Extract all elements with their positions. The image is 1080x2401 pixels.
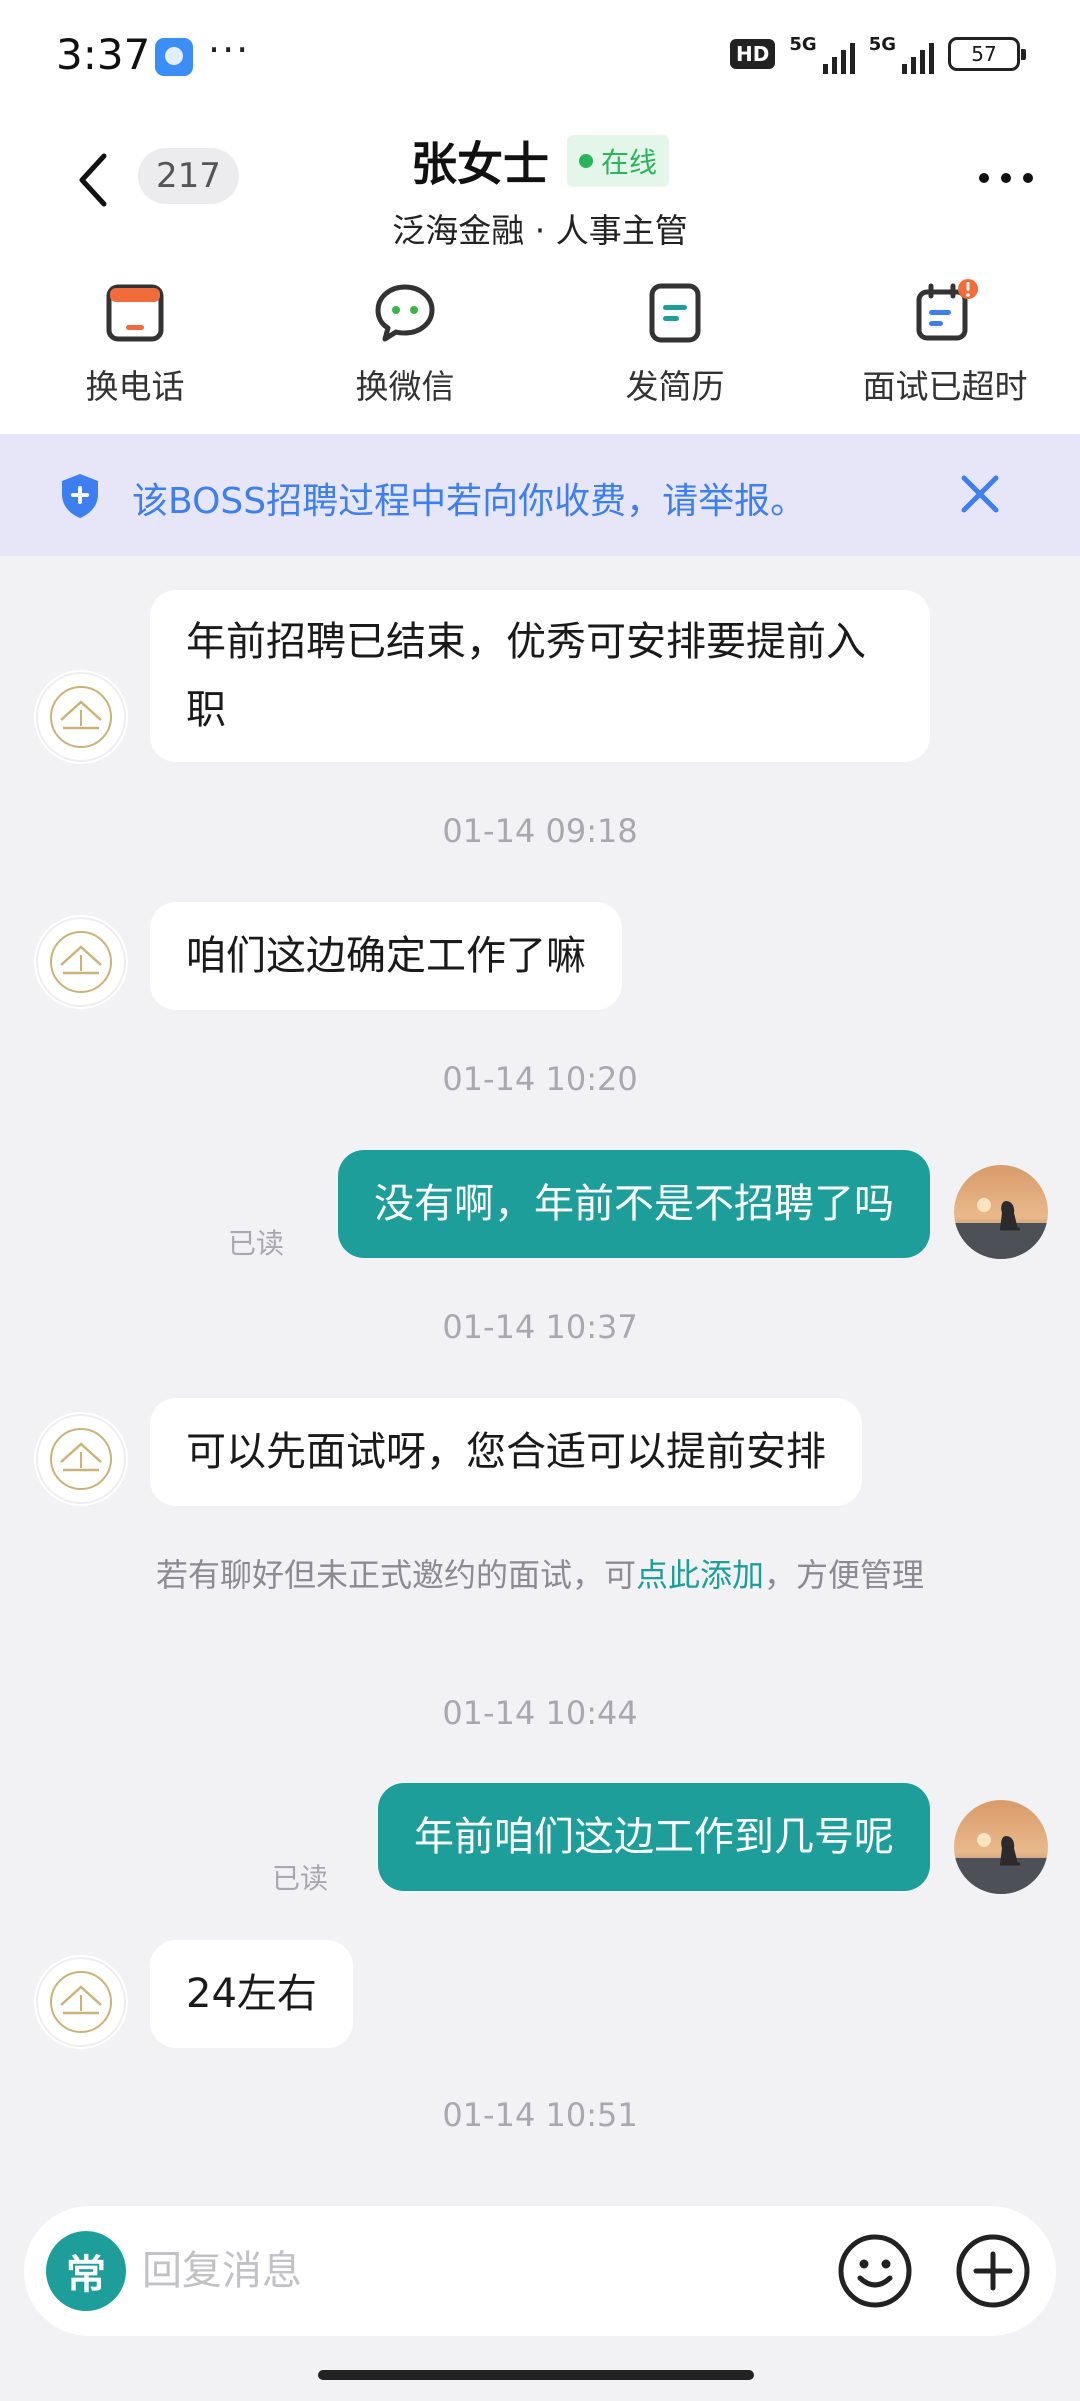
message-timestamp: 01-14 10:20 <box>442 1060 638 1098</box>
contact-name: 张女士 <box>410 137 549 191</box>
shield-plus-icon <box>62 474 98 518</box>
incoming-message-bubble[interactable]: 24左右 <box>150 1940 353 2048</box>
company-logo-icon <box>36 1414 126 1504</box>
exchange-phone-button[interactable]: 换电话 <box>35 278 235 408</box>
incoming-message-bubble[interactable]: 可以先面试呀，您合适可以提前安排 <box>150 1398 862 1506</box>
interview-timeout-button[interactable]: 面试已超时 <box>845 278 1045 408</box>
outgoing-message-bubble[interactable]: 没有啊，年前不是不招聘了吗 <box>338 1150 930 1258</box>
quick-phrases-button[interactable]: 常 <box>46 2231 126 2311</box>
contact-avatar[interactable] <box>34 670 128 764</box>
contact-info: 张女士 在线 泛海金融 · 人事主管 <box>0 128 1080 252</box>
message-timestamp: 01-14 10:37 <box>442 1308 638 1346</box>
message-timestamp: 01-14 10:51 <box>442 2096 638 2134</box>
message-text: 咱们这边确定工作了嘛 <box>186 933 586 979</box>
more-notifications-icon: ··· <box>208 28 251 72</box>
status-indicators: HD 5G 5G 57 <box>730 34 1026 74</box>
exchange-wechat-button[interactable]: 换微信 <box>305 278 505 408</box>
add-attachment-icon[interactable] <box>954 2232 1032 2310</box>
contact-avatar[interactable] <box>34 915 128 1009</box>
phone-card-icon <box>106 284 164 342</box>
battery-icon: 57 <box>948 37 1026 71</box>
user-photo-icon <box>954 1165 1048 1259</box>
exchange-phone-label: 换电话 <box>85 367 185 406</box>
wechat-bubble-icon <box>375 284 435 342</box>
message-text: 可以先面试呀，您合适可以提前安排 <box>186 1429 826 1475</box>
app-notification-icon <box>155 38 193 76</box>
system-tip: 若有聊好但未正式邀约的面试，可点此添加，方便管理 <box>140 1552 940 1598</box>
reply-input[interactable] <box>142 2231 662 2311</box>
online-dot-icon <box>578 154 593 168</box>
calendar-alert-icon <box>916 279 978 341</box>
send-resume-label: 发简历 <box>625 367 725 406</box>
company-logo-icon <box>36 917 126 1007</box>
message-timestamp: 01-14 10:44 <box>442 1694 638 1732</box>
exchange-wechat-label: 换微信 <box>355 367 455 406</box>
action-toolbar: 换电话 换微信 发简历 面试已超时 <box>0 250 1080 434</box>
system-tip-text-end: ，方便管理 <box>764 1556 925 1594</box>
close-icon[interactable] <box>958 472 1002 516</box>
contact-avatar[interactable] <box>34 1955 128 2049</box>
user-avatar[interactable] <box>954 1800 1048 1894</box>
signal-icon: 5G <box>869 34 934 74</box>
message-text: 年前招聘已结束，优秀可安排要提前入职 <box>186 619 866 733</box>
system-tip-text: 若有聊好但未正式邀约的面试，可 <box>155 1556 636 1594</box>
read-status-label: 已读 <box>228 1227 285 1260</box>
reply-bar: 常 <box>24 2206 1056 2336</box>
incoming-message-bubble[interactable]: 年前招聘已结束，优秀可安排要提前入职 <box>150 590 930 762</box>
status-bar: 3:37 ··· HD 5G 5G 57 <box>0 0 1080 120</box>
more-options-icon[interactable] <box>976 168 1036 188</box>
home-indicator[interactable] <box>318 2370 754 2380</box>
user-avatar[interactable] <box>954 1165 1048 1259</box>
company-logo-icon <box>36 1957 126 2047</box>
company-logo-icon <box>36 672 126 762</box>
add-interview-link[interactable]: 点此添加 <box>636 1556 764 1594</box>
read-status-label: 已读 <box>272 1862 329 1895</box>
send-resume-button[interactable]: 发简历 <box>575 278 775 408</box>
incoming-message-bubble[interactable]: 咱们这边确定工作了嘛 <box>150 902 622 1010</box>
status-time: 3:37 <box>56 30 151 79</box>
resume-icon <box>649 283 701 343</box>
contact-company-title: 泛海金融 · 人事主管 <box>392 211 688 250</box>
hd-voice-icon: HD <box>730 39 776 69</box>
online-status-label: 在线 <box>600 146 657 179</box>
emoji-icon[interactable] <box>836 2232 914 2310</box>
message-text: 没有啊，年前不是不招聘了吗 <box>374 1181 894 1227</box>
signal-icon: 5G <box>789 34 855 74</box>
outgoing-message-bubble[interactable]: 年前咱们这边工作到几号呢 <box>378 1783 930 1891</box>
interview-timeout-label: 面试已超时 <box>862 367 1028 406</box>
report-notice-text: 该BOSS招聘过程中若向你收费，请举报。 <box>132 481 807 522</box>
message-timestamp: 01-14 09:18 <box>442 812 638 850</box>
chat-header: 217 张女士 在线 泛海金融 · 人事主管 <box>0 120 1080 250</box>
message-text: 24左右 <box>186 1971 317 2017</box>
contact-avatar[interactable] <box>34 1412 128 1506</box>
message-input-area: 常 <box>0 2180 1080 2401</box>
message-text: 年前咱们这边工作到几号呢 <box>414 1814 894 1860</box>
online-status-badge: 在线 <box>566 135 669 187</box>
user-photo-icon <box>954 1800 1048 1894</box>
report-notice-banner: 该BOSS招聘过程中若向你收费，请举报。 <box>0 434 1080 556</box>
